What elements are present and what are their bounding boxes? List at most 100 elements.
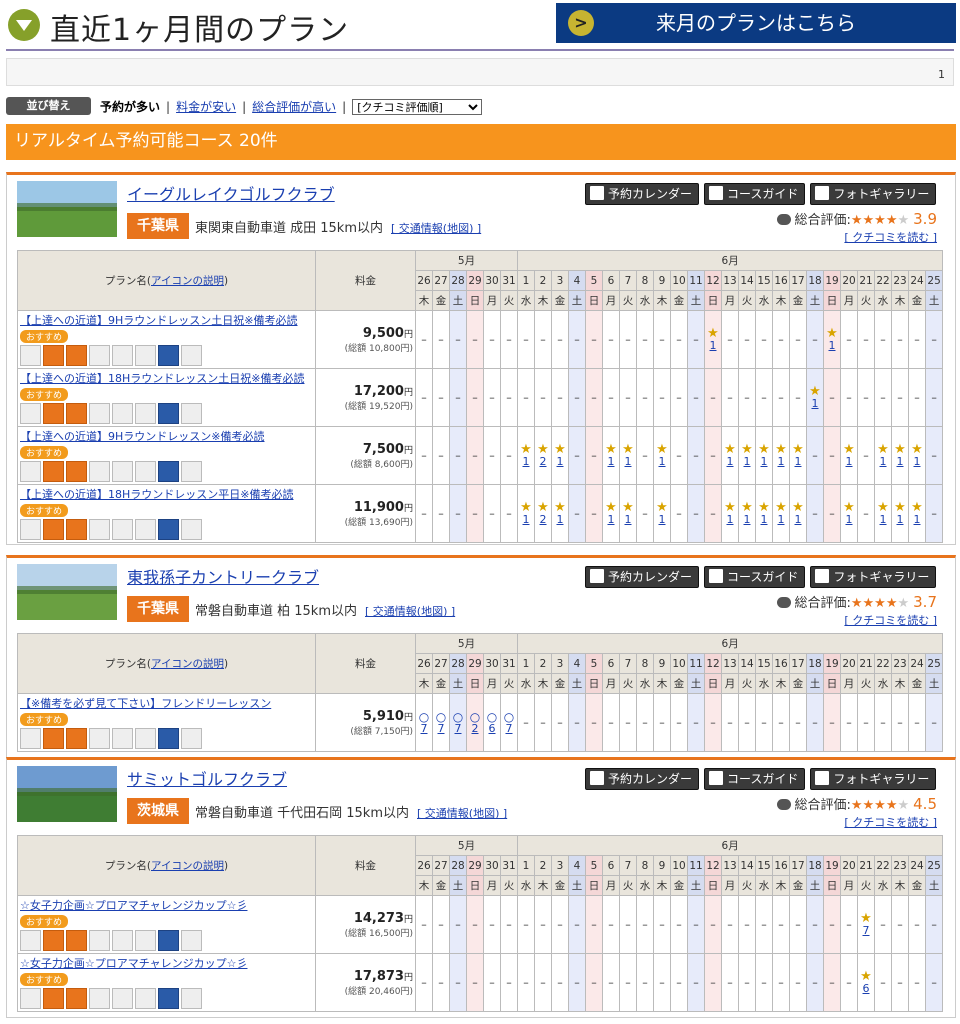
available-slot[interactable]: ★ 1 xyxy=(519,443,534,468)
reservation-calendar-button[interactable]: 予約カレンダー xyxy=(585,183,700,205)
available-slot[interactable]: ★ 1 xyxy=(655,501,670,526)
weekday-header: 火 xyxy=(500,290,518,311)
available-slot[interactable]: ★ 1 xyxy=(740,501,755,526)
available-slot[interactable]: ★ 1 xyxy=(553,501,568,526)
available-slot[interactable]: ★ 1 xyxy=(621,501,636,526)
available-slot[interactable]: ○ 7 xyxy=(451,711,466,735)
read-reviews[interactable]: [ クチコミを読む ] xyxy=(844,814,937,830)
available-slot[interactable]: ★ 1 xyxy=(723,443,738,468)
available-slot[interactable]: ○ 7 xyxy=(502,711,517,735)
available-slot[interactable]: ★ 1 xyxy=(893,501,908,526)
plan-name-link[interactable]: 【※備考を必ず見て下さい】フレンドリーレッスン xyxy=(20,695,313,711)
date-header: 23 xyxy=(891,270,909,291)
available-slot[interactable]: ★ 1 xyxy=(791,501,806,526)
available-slot[interactable]: ○ 7 xyxy=(417,711,432,735)
available-slot[interactable]: ○ 7 xyxy=(434,711,449,735)
sort-by-reservations[interactable]: 予約が多い xyxy=(100,100,160,114)
available-slot[interactable]: ★ 1 xyxy=(740,443,755,468)
next-month-button[interactable]: > 来月のプランはこちら xyxy=(556,3,956,43)
read-reviews[interactable]: [ クチコミを読む ] xyxy=(844,229,937,245)
course-guide-button[interactable]: コースガイド xyxy=(704,183,806,205)
available-slot[interactable]: ★ 6 xyxy=(859,970,874,995)
course-photo[interactable] xyxy=(17,564,117,620)
weekday-header: 月 xyxy=(483,290,501,311)
available-slot[interactable]: ★ 1 xyxy=(876,443,891,468)
available-slot[interactable]: ★ 1 xyxy=(842,443,857,468)
available-slot[interactable]: ★ 2 xyxy=(536,501,551,526)
available-slot[interactable]: ★ 1 xyxy=(621,443,636,468)
unavailable-mark: – xyxy=(472,449,478,462)
available-slot[interactable]: ★ 1 xyxy=(553,443,568,468)
unavailable-mark: – xyxy=(880,716,886,729)
unavailable-mark: – xyxy=(574,716,580,729)
available-slot[interactable]: ★ 1 xyxy=(604,443,619,468)
sort-select[interactable]: [クチコミ評価順] xyxy=(352,99,483,115)
weekday-header: 火 xyxy=(500,875,518,896)
traffic-info-link[interactable]: [ 交通情報(地図) ] xyxy=(365,605,455,618)
date-header: 27 xyxy=(432,855,450,876)
available-slot[interactable]: ★ 1 xyxy=(825,327,840,352)
unavailable-mark: – xyxy=(557,391,563,404)
course-name-link[interactable]: 東我孫子カントリークラブ xyxy=(127,564,319,588)
plan-name-link[interactable]: ☆女子力企画☆プロアマチャレンジカップ☆彡 xyxy=(20,955,313,971)
overall-rating: 総合評価:★★★★★ 4.5 xyxy=(777,794,937,813)
icon-legend-link[interactable]: アイコンの説明 xyxy=(151,275,224,287)
plan-name-link[interactable]: 【上達への近道】9Hラウンドレッスン※備考必読 xyxy=(20,428,313,444)
available-slot[interactable]: ★ 1 xyxy=(842,501,857,526)
plan-name-link[interactable]: 【上達への近道】18Hラウンドレッスン平日※備考必読 xyxy=(20,486,313,502)
read-reviews[interactable]: [ クチコミを読む ] xyxy=(844,612,937,628)
date-header: 15 xyxy=(755,653,773,674)
rating-stars: ★★★★★ xyxy=(850,596,910,611)
available-slot[interactable]: ★ 1 xyxy=(893,443,908,468)
weekday-header: 火 xyxy=(857,673,875,694)
course-name-link[interactable]: イーグルレイクゴルフクラブ xyxy=(127,181,335,205)
available-slot[interactable]: ★ 7 xyxy=(859,912,874,937)
course-name-link[interactable]: サミットゴルフクラブ xyxy=(127,766,287,790)
price-header: 料金 xyxy=(315,835,416,896)
plan-icons xyxy=(20,403,313,425)
available-slot[interactable]: ★ 1 xyxy=(910,501,925,526)
photo-gallery-button[interactable]: フォトギャラリー xyxy=(810,566,937,588)
available-slot[interactable]: ★ 1 xyxy=(910,443,925,468)
weekday-header: 水 xyxy=(517,290,535,311)
traffic-info-link[interactable]: [ 交通情報(地図) ] xyxy=(391,222,481,235)
plan-name-link[interactable]: 【上達への近道】18Hラウンドレッスン土日祝※備考必読 xyxy=(20,370,313,386)
available-slot[interactable]: ★ 1 xyxy=(757,443,772,468)
holes-icon xyxy=(112,930,133,951)
page-number[interactable]: 1 xyxy=(938,68,945,81)
photo-gallery-button[interactable]: フォトギャラリー xyxy=(810,768,937,790)
course-guide-button[interactable]: コースガイド xyxy=(704,768,806,790)
icon-legend-link[interactable]: アイコンの説明 xyxy=(151,860,224,872)
available-slot[interactable]: ○ 2 xyxy=(468,711,483,735)
available-slot[interactable]: ★ 1 xyxy=(655,443,670,468)
photo-gallery-button[interactable]: フォトギャラリー xyxy=(810,183,937,205)
available-slot[interactable]: ★ 1 xyxy=(519,501,534,526)
available-slot[interactable]: ★ 1 xyxy=(808,385,823,410)
course-guide-button[interactable]: コースガイド xyxy=(704,566,806,588)
available-slot[interactable]: ○ 6 xyxy=(485,711,500,735)
unavailable-mark: – xyxy=(863,716,869,729)
available-slot[interactable]: ★ 1 xyxy=(706,327,721,352)
available-slot[interactable]: ★ 1 xyxy=(791,443,806,468)
available-slot[interactable]: ★ 1 xyxy=(876,501,891,526)
available-slot[interactable]: ★ 1 xyxy=(774,443,789,468)
reservation-calendar-button[interactable]: 予約カレンダー xyxy=(585,566,700,588)
available-slot[interactable]: ★ 1 xyxy=(774,501,789,526)
icon-legend-link[interactable]: アイコンの説明 xyxy=(151,658,224,670)
sort-by-rating[interactable]: 総合評価が高い xyxy=(252,100,336,114)
available-slot[interactable]: ★ 1 xyxy=(723,501,738,526)
available-slot[interactable]: ★ 1 xyxy=(604,501,619,526)
plan-name-link[interactable]: ☆女子力企画☆プロアマチャレンジカップ☆彡 xyxy=(20,897,313,913)
traffic-info-link[interactable]: [ 交通情報(地図) ] xyxy=(417,807,507,820)
weekday-header: 火 xyxy=(738,673,756,694)
sort-by-price[interactable]: 料金が安い xyxy=(176,100,236,114)
date-header: 2 xyxy=(534,855,552,876)
reservation-calendar-button[interactable]: 予約カレンダー xyxy=(585,768,700,790)
plan-name-link[interactable]: 【上達への近道】9Hラウンドレッスン土日祝※備考必読 xyxy=(20,312,313,328)
course-photo[interactable] xyxy=(17,766,117,822)
available-slot[interactable]: ★ 1 xyxy=(757,501,772,526)
course-photo[interactable] xyxy=(17,181,117,237)
available-slot[interactable]: ★ 2 xyxy=(536,443,551,468)
unavailable-mark: – xyxy=(642,716,648,729)
unavailable-mark: – xyxy=(472,507,478,520)
